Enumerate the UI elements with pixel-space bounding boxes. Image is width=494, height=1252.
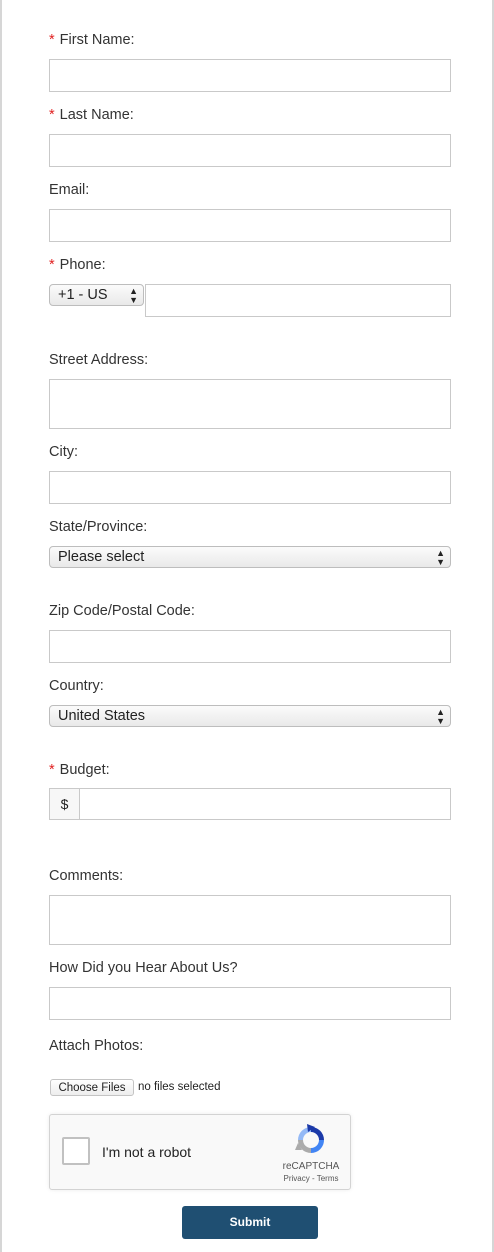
recaptcha-widget: I'm not a robot reCAPTCHA Privacy - Term… [49, 1114, 351, 1190]
recaptcha-privacy-terms-link[interactable]: Privacy - Terms [276, 1174, 346, 1183]
captcha-label: I'm not a robot [102, 1144, 192, 1160]
email-label: Email: [49, 182, 90, 198]
last-name-label: * Last Name: [49, 107, 134, 123]
first-name-input[interactable] [49, 59, 451, 92]
captcha-checkbox[interactable] [62, 1137, 90, 1165]
last-name-input[interactable] [49, 134, 451, 167]
street-address-label: Street Address: [49, 352, 149, 368]
phone-country-select[interactable]: +1 - US ▲ ▼ [49, 284, 144, 306]
state-selected-value: Please select [58, 549, 145, 565]
referral-label: How Did you Hear About Us? [49, 960, 238, 976]
street-address-textarea[interactable] [49, 379, 451, 429]
attach-photos-label: Attach Photos: [49, 1038, 144, 1054]
required-marker: * [49, 107, 55, 123]
state-select[interactable]: Please select ▲ ▼ [49, 546, 451, 568]
comments-textarea[interactable] [49, 895, 451, 945]
recaptcha-brand-text: reCAPTCHA [282, 1161, 340, 1172]
city-label: City: [49, 444, 78, 460]
required-marker: * [49, 762, 55, 778]
updown-arrows-icon: ▲ ▼ [129, 286, 138, 305]
submit-button[interactable]: Submit [182, 1206, 318, 1239]
phone-label: * Phone: [49, 257, 106, 273]
country-label: Country: [49, 678, 104, 694]
country-selected-value: United States [58, 708, 146, 724]
budget-input[interactable] [79, 788, 451, 820]
first-name-label: * First Name: [49, 32, 135, 48]
budget-label: * Budget: [49, 762, 110, 778]
zip-input[interactable] [49, 630, 451, 663]
country-select[interactable]: United States ▲ ▼ [49, 705, 451, 727]
email-input[interactable] [49, 209, 451, 242]
referral-input[interactable] [49, 987, 451, 1020]
zip-label: Zip Code/Postal Code: [49, 603, 195, 619]
city-input[interactable] [49, 471, 451, 504]
state-label: State/Province: [49, 519, 148, 535]
file-status-text: no files selected [138, 1081, 221, 1093]
updown-arrows-icon: ▲ ▼ [436, 707, 445, 726]
required-marker: * [49, 32, 55, 48]
choose-files-button[interactable]: Choose Files [50, 1079, 134, 1096]
required-marker: * [49, 257, 55, 273]
phone-country-value: +1 - US [58, 287, 108, 303]
page-border-left [0, 0, 2, 1252]
updown-arrows-icon: ▲ ▼ [436, 548, 445, 567]
recaptcha-icon [294, 1123, 328, 1157]
comments-label: Comments: [49, 868, 124, 884]
currency-prefix: $ [49, 788, 80, 820]
phone-number-input[interactable] [145, 284, 451, 317]
